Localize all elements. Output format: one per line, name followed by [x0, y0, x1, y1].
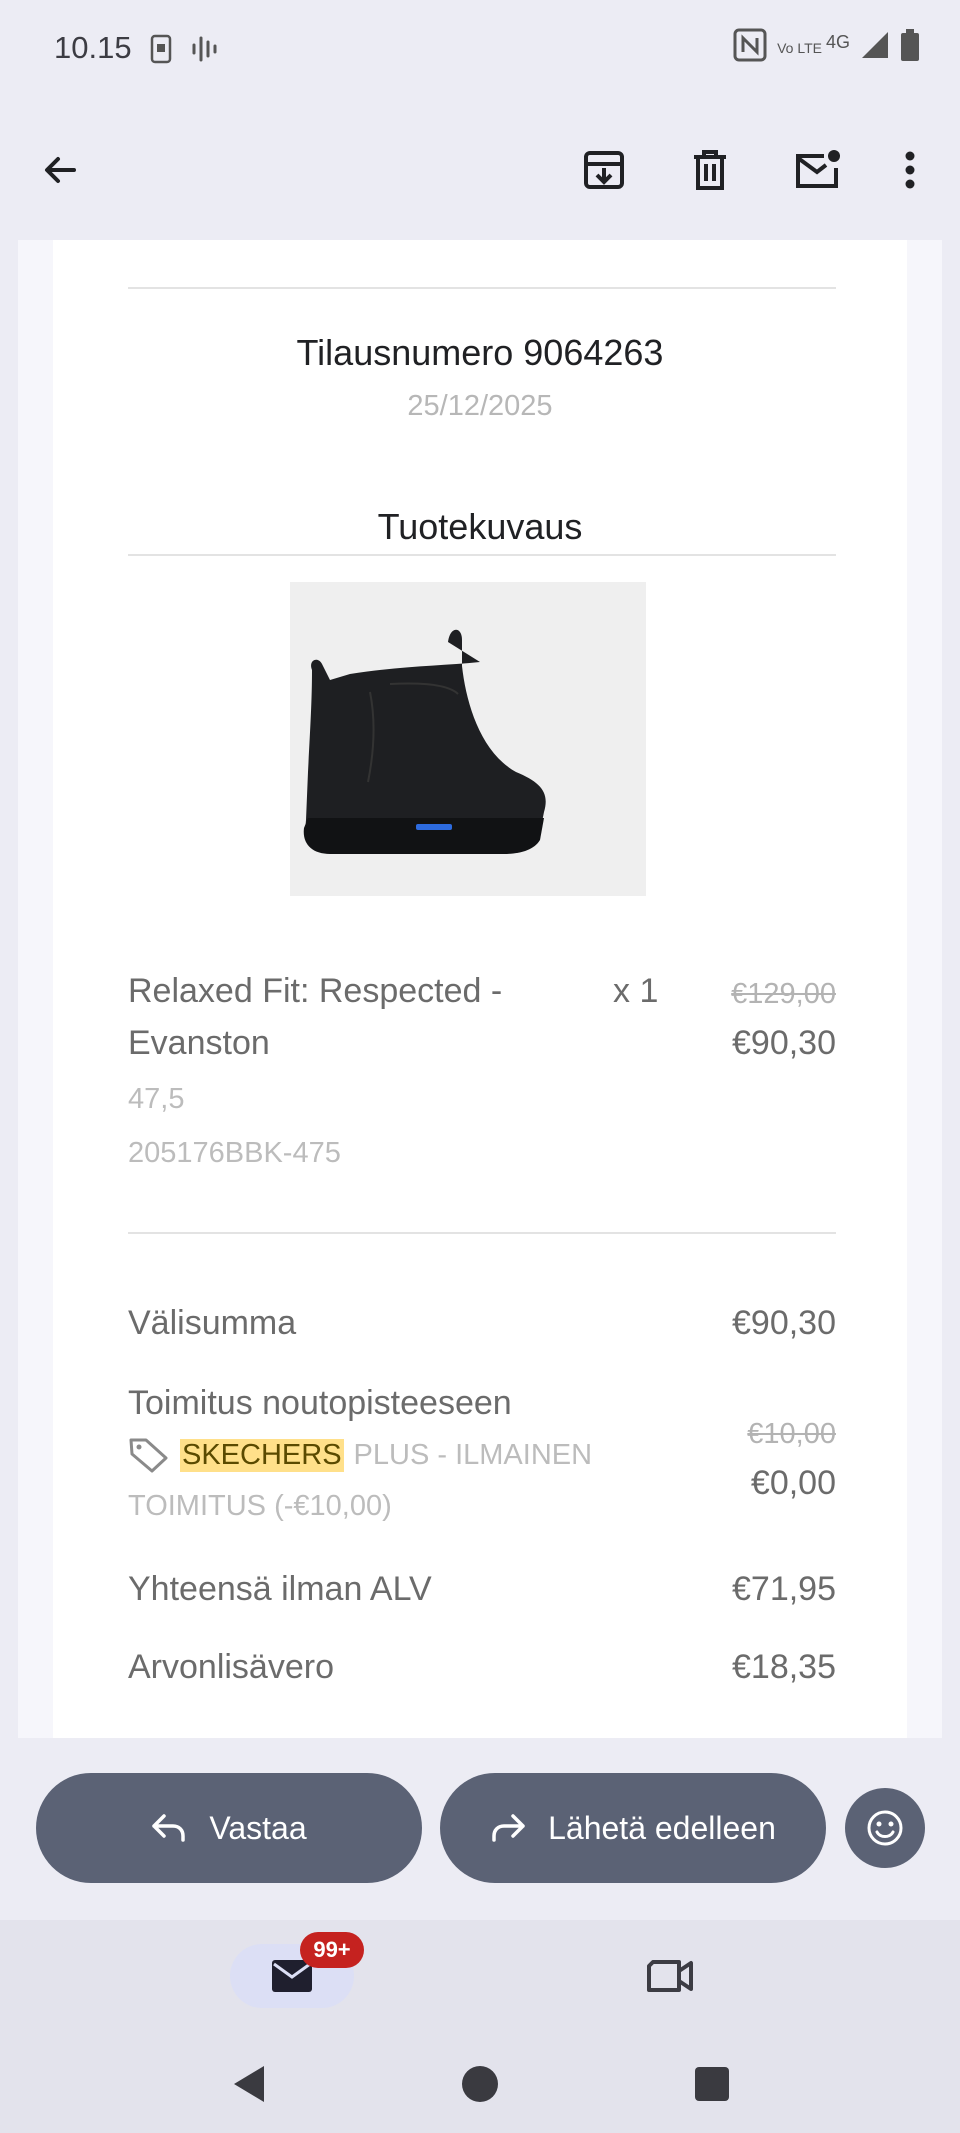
divider — [128, 287, 836, 289]
product-sku: 205176BBK-475 — [128, 1137, 341, 1169]
product-quantity: x 1 — [613, 972, 659, 1010]
back-triangle-icon — [234, 2066, 264, 2102]
tag-icon — [129, 1438, 168, 1473]
system-home-button[interactable] — [456, 2060, 504, 2108]
tab-meet[interactable] — [640, 1948, 700, 2004]
top-app-bar — [0, 100, 960, 240]
reply-icon — [152, 1814, 186, 1842]
promo-line2: TOIMITUS (-€10,00) — [128, 1490, 392, 1522]
net-total-value: €71,95 — [732, 1570, 836, 1608]
shipping-value: €0,00 — [750, 1464, 836, 1502]
status-time: 10.15 — [54, 30, 132, 65]
divider — [128, 554, 836, 556]
status-bar: 10.15 Vo LTE 4G — [0, 0, 960, 100]
reply-label: Vastaa — [209, 1809, 307, 1846]
home-circle-icon — [462, 2066, 498, 2102]
promo-text: PLUS - ILMAINEN — [353, 1438, 593, 1471]
boot-image — [290, 582, 646, 896]
volte-label: Vo LTE — [777, 39, 822, 56]
order-card: Tilausnumero 9064263 25/12/2025 Tuotekuv… — [53, 240, 907, 1738]
vat-label: Arvonlisävero — [128, 1648, 334, 1686]
unread-badge: 99+ — [300, 1932, 364, 1968]
forward-button[interactable]: Lähetä edelleen — [440, 1773, 826, 1883]
net-total-label: Yhteensä ilman ALV — [128, 1570, 432, 1608]
product-price: €90,30 — [732, 1024, 836, 1062]
product-name-line2: Evanston — [128, 1024, 270, 1062]
mark-unread-button[interactable] — [788, 140, 848, 200]
reply-button[interactable]: Vastaa — [36, 1773, 422, 1883]
sim-card-icon — [150, 32, 172, 66]
vat-value: €18,35 — [732, 1648, 836, 1686]
emoji-reaction-button[interactable] — [845, 1788, 925, 1868]
more-vert-icon — [905, 151, 915, 189]
reply-action-bar: Vastaa Lähetä edelleen — [0, 1738, 960, 1920]
system-recents-button[interactable] — [688, 2060, 736, 2108]
order-date: 25/12/2025 — [407, 390, 553, 422]
forward-label: Lähetä edelleen — [548, 1809, 776, 1846]
more-options-button[interactable] — [880, 140, 940, 200]
bottom-navigation: 99+ — [0, 1920, 960, 2133]
shipping-label: Toimitus noutopisteeseen — [128, 1384, 512, 1422]
emoji-icon — [867, 1810, 903, 1846]
order-number-title: Tilausnumero 9064263 — [296, 332, 664, 373]
product-name-line1: Relaxed Fit: Respected - — [128, 972, 503, 1010]
subtotal-label: Välisumma — [128, 1304, 297, 1342]
video-camera-icon — [647, 1960, 693, 1992]
product-image[interactable] — [290, 582, 646, 896]
subtotal-value: €90,30 — [732, 1304, 836, 1342]
section-title: Tuotekuvaus — [377, 506, 583, 547]
status-right-icons: Vo LTE 4G — [733, 28, 920, 67]
recents-square-icon — [695, 2067, 729, 2101]
battery-icon — [900, 29, 920, 66]
volte-4g-icon: Vo LTE — [777, 41, 822, 55]
archive-icon — [584, 151, 624, 189]
nfc-icon — [733, 28, 767, 67]
archive-button[interactable] — [574, 140, 634, 200]
divider — [128, 1232, 836, 1234]
signal-icon — [860, 30, 890, 65]
promo-line: SKECHERS PLUS - ILMAINEN — [128, 1436, 592, 1474]
product-original-price: €129,00 — [731, 978, 836, 1010]
shipping-original-price: €10,00 — [747, 1418, 836, 1450]
email-body[interactable]: Tilausnumero 9064263 25/12/2025 Tuotekuv… — [18, 240, 942, 1738]
forward-icon — [492, 1814, 525, 1842]
network-label: 4G — [825, 32, 850, 52]
voice-wave-icon — [190, 32, 220, 66]
back-button[interactable] — [30, 140, 90, 200]
back-arrow-icon — [45, 157, 76, 183]
delete-icon — [694, 150, 726, 190]
delete-button[interactable] — [680, 140, 740, 200]
promo-brand: SKECHERS — [180, 1438, 344, 1472]
product-size: 47,5 — [128, 1083, 185, 1115]
mark-unread-icon — [796, 150, 840, 188]
system-back-button[interactable] — [226, 2060, 274, 2108]
